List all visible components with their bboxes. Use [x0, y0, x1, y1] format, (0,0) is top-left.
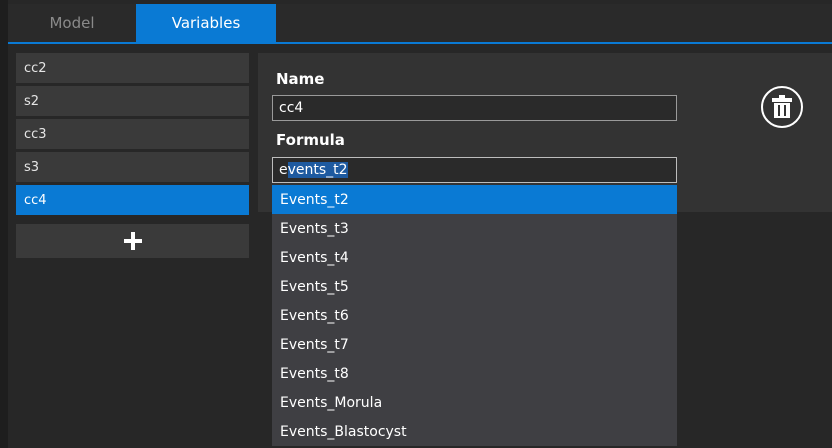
formula-autocomplete-selection: vents_t2 — [287, 162, 348, 178]
name-label: Name — [276, 70, 325, 88]
name-input-value: cc4 — [279, 100, 304, 116]
tab-variables[interactable]: Variables — [136, 4, 276, 42]
autocomplete-item-events-t7[interactable]: Events_t7 — [272, 330, 677, 359]
autocomplete-item-events-blastocyst[interactable]: Events_Blastocyst — [272, 417, 677, 446]
autocomplete-item-events-t4[interactable]: Events_t4 — [272, 243, 677, 272]
plus-icon — [123, 232, 142, 250]
formula-input[interactable]: e vents_t2 — [272, 157, 677, 183]
variable-item-s3[interactable]: s3 — [16, 152, 249, 182]
tab-underline — [8, 42, 832, 44]
tab-model[interactable]: Model — [8, 4, 136, 42]
autocomplete-item-events-t3[interactable]: Events_t3 — [272, 214, 677, 243]
variable-list: cc2 s2 cc3 s3 cc4 — [16, 53, 249, 218]
name-input[interactable]: cc4 — [272, 95, 677, 121]
autocomplete-item-events-morula[interactable]: Events_Morula — [272, 388, 677, 417]
autocomplete-dropdown: Events_t2 Events_t3 Events_t4 Events_t5 … — [272, 185, 677, 446]
delete-variable-button[interactable] — [761, 86, 803, 128]
tab-bar: Model Variables — [8, 4, 832, 42]
add-variable-button[interactable] — [16, 224, 249, 258]
autocomplete-item-events-t5[interactable]: Events_t5 — [272, 272, 677, 301]
autocomplete-item-events-t8[interactable]: Events_t8 — [272, 359, 677, 388]
formula-label: Formula — [276, 131, 345, 149]
variable-item-cc3[interactable]: cc3 — [16, 119, 249, 149]
variable-item-cc2[interactable]: cc2 — [16, 53, 249, 83]
trash-icon — [772, 95, 792, 118]
autocomplete-item-events-t2[interactable]: Events_t2 — [272, 185, 677, 214]
variable-item-s2[interactable]: s2 — [16, 86, 249, 116]
formula-typed-text: e — [279, 162, 288, 178]
variable-item-cc4[interactable]: cc4 — [16, 185, 249, 215]
autocomplete-item-events-t6[interactable]: Events_t6 — [272, 301, 677, 330]
